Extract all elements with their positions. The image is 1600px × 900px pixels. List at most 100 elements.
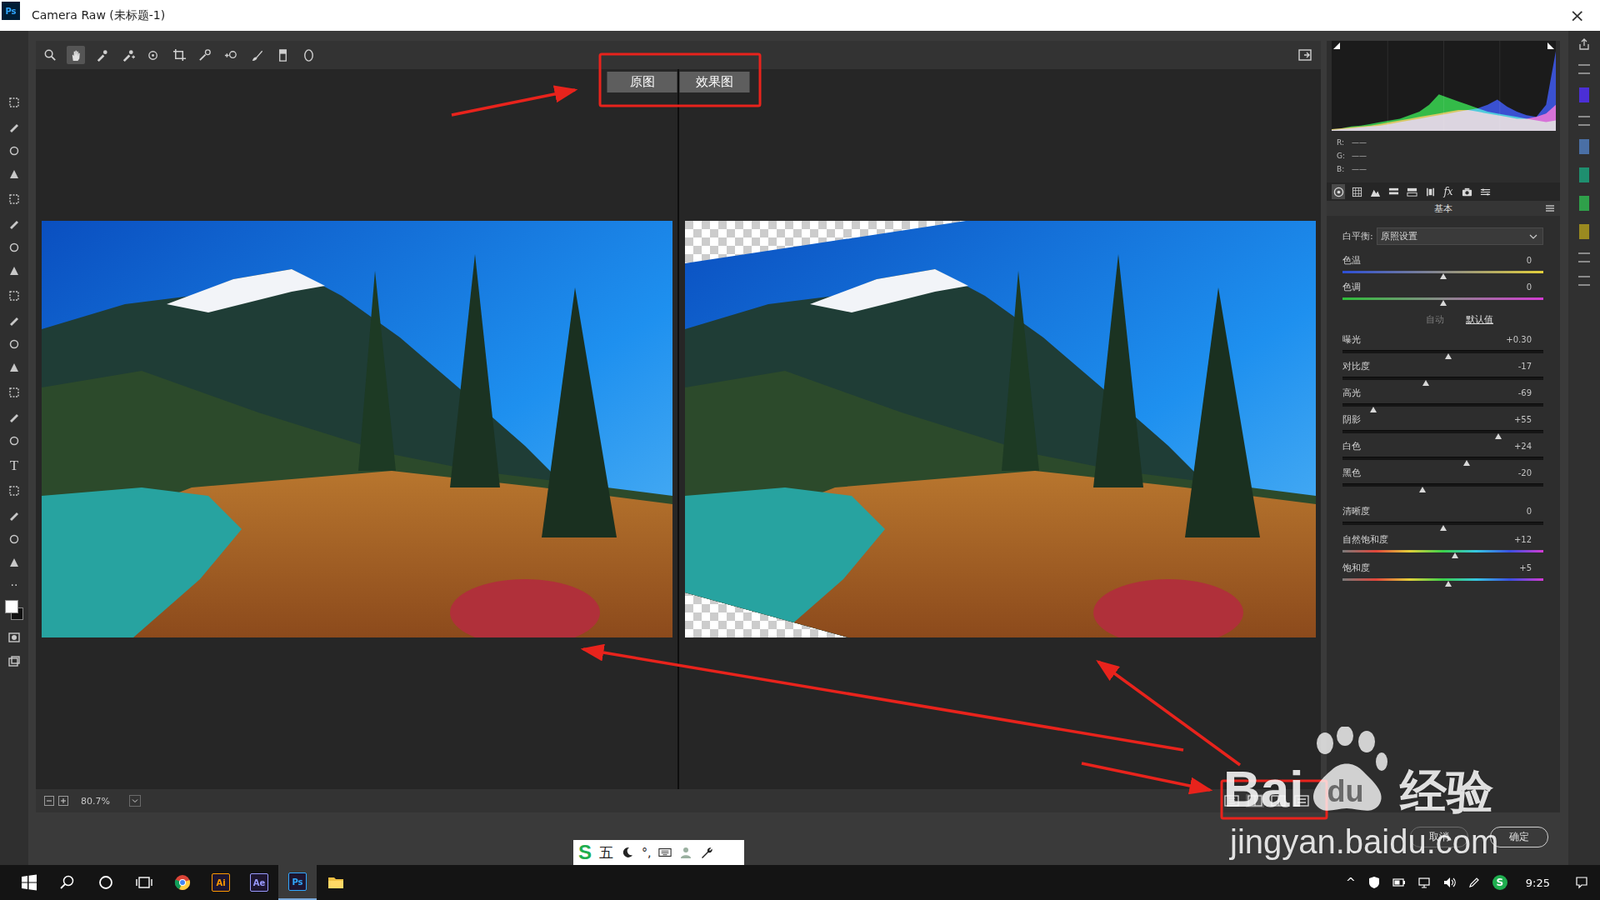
task-view-icon[interactable]	[125, 874, 164, 891]
slider-thumb[interactable]	[1419, 486, 1426, 493]
tool-icon[interactable]	[7, 532, 21, 546]
color-swatches[interactable]	[5, 600, 24, 620]
slider-thumb[interactable]	[1451, 552, 1459, 559]
moon-icon[interactable]	[620, 845, 635, 860]
zoom-dropdown-icon[interactable]	[129, 795, 141, 807]
slider-track[interactable]	[1342, 403, 1544, 407]
network-icon[interactable]	[1417, 875, 1431, 890]
panel-tab[interactable]	[1368, 184, 1382, 200]
view-mode-icon[interactable]	[1245, 794, 1265, 808]
panel-tab[interactable]	[1423, 184, 1437, 200]
tool-icon[interactable]	[7, 95, 21, 110]
panel-menu-icon[interactable]	[1545, 204, 1555, 213]
ime-mode[interactable]: 五	[599, 843, 614, 863]
slider-thumb[interactable]	[1440, 525, 1447, 531]
tool-button[interactable]	[118, 45, 137, 65]
dialog-button[interactable]: 取消	[1410, 826, 1469, 848]
more-tools[interactable]: ··	[10, 580, 19, 590]
slider-track[interactable]	[1342, 376, 1544, 380]
zoom-out-icon[interactable]	[44, 795, 55, 806]
panel-tab[interactable]	[1386, 184, 1400, 200]
tool-button[interactable]	[195, 45, 215, 65]
tool-icon[interactable]	[7, 361, 21, 375]
slider-value[interactable]: -69	[1518, 387, 1532, 400]
panel-tab[interactable]	[1331, 184, 1345, 200]
panel-tab[interactable]	[1350, 184, 1364, 200]
taskbar-app[interactable]: Ps	[278, 865, 317, 900]
tool-icon[interactable]	[7, 144, 21, 158]
panel-tab[interactable]: fx	[1441, 184, 1455, 200]
slider-value[interactable]: -20	[1518, 467, 1532, 480]
shield-icon[interactable]	[1367, 875, 1381, 890]
share-icon[interactable]	[1577, 37, 1591, 51]
tool-icon[interactable]	[7, 313, 21, 327]
volume-icon[interactable]	[1442, 875, 1456, 890]
folder-icon[interactable]	[316, 874, 355, 891]
panel-tab[interactable]	[1460, 184, 1474, 200]
windows-start-icon[interactable]	[10, 874, 49, 891]
zoom-in-icon[interactable]	[58, 795, 69, 806]
tool-button[interactable]	[299, 45, 318, 65]
tool-icon[interactable]	[7, 337, 21, 351]
sogou-tray-icon[interactable]: S	[1492, 875, 1508, 890]
tool-icon[interactable]	[7, 120, 21, 134]
clock[interactable]: 9:25	[1525, 876, 1550, 890]
tool-icon[interactable]	[7, 265, 21, 279]
cortana-icon[interactable]	[86, 874, 125, 891]
slider-value[interactable]: 0	[1526, 255, 1532, 267]
zoom-value[interactable]: 80.7%	[80, 795, 110, 807]
slider-track[interactable]	[1342, 456, 1544, 460]
auto-link[interactable]: 默认值	[1465, 313, 1494, 326]
shadow-clip-icon[interactable]	[1333, 42, 1340, 50]
slider-track[interactable]	[1342, 270, 1544, 274]
slider-value[interactable]: 0	[1526, 281, 1532, 294]
quick-mask-icon[interactable]	[7, 630, 21, 645]
slider-track[interactable]	[1342, 521, 1544, 525]
dialog-button[interactable]: 确定	[1490, 826, 1549, 848]
tool-icon[interactable]	[7, 168, 21, 182]
view-mode-icon[interactable]	[1222, 794, 1241, 808]
slider-thumb[interactable]	[1422, 380, 1430, 386]
tool-icon[interactable]	[7, 410, 21, 424]
slider-value[interactable]: +0.30	[1505, 334, 1532, 346]
type-tool[interactable]: T	[10, 458, 19, 474]
slider-track[interactable]	[1342, 297, 1544, 300]
slider-thumb[interactable]	[1370, 406, 1377, 413]
slider-track[interactable]	[1342, 430, 1544, 434]
panel-tab[interactable]	[1478, 184, 1492, 200]
slider-thumb[interactable]	[1440, 273, 1447, 280]
tool-button[interactable]	[273, 45, 292, 65]
tray-expand[interactable]: ^	[1345, 875, 1356, 890]
tool-icon[interactable]	[7, 216, 21, 230]
slider-thumb[interactable]	[1463, 460, 1470, 466]
slider-value[interactable]: +12	[1514, 534, 1532, 546]
tool-button[interactable]	[221, 45, 240, 65]
keyboard-icon[interactable]	[658, 845, 672, 860]
slider-track[interactable]	[1342, 350, 1544, 354]
tool-icon[interactable]	[7, 192, 21, 206]
taskbar-app[interactable]: Ae	[240, 865, 279, 900]
slider-value[interactable]: 0	[1526, 505, 1532, 518]
close-button[interactable]: ×	[1555, 5, 1600, 26]
slider-thumb[interactable]	[1495, 433, 1502, 440]
view-mode-icon[interactable]	[1269, 794, 1288, 808]
slider-track[interactable]	[1342, 550, 1544, 553]
search-icon[interactable]	[48, 874, 87, 891]
user-icon[interactable]	[679, 845, 693, 860]
slider-thumb[interactable]	[1440, 300, 1447, 306]
tool-button[interactable]	[66, 45, 85, 65]
tool-button[interactable]	[40, 45, 60, 65]
ime-punctuation[interactable]: °,	[641, 845, 651, 860]
slider-thumb[interactable]	[1445, 353, 1452, 360]
highlight-clip-icon[interactable]	[1547, 42, 1555, 50]
tool-button[interactable]	[144, 45, 163, 65]
tool-icon[interactable]	[7, 240, 21, 255]
slider-value[interactable]: +24	[1514, 440, 1532, 453]
screen-mode-icon[interactable]	[7, 655, 21, 669]
chrome-icon[interactable]	[163, 874, 202, 891]
tool-button[interactable]	[92, 45, 111, 65]
pen-icon[interactable]	[1467, 875, 1481, 890]
tool-button[interactable]	[247, 45, 266, 65]
battery-icon[interactable]	[1392, 875, 1406, 890]
tool-icon[interactable]	[7, 556, 21, 570]
